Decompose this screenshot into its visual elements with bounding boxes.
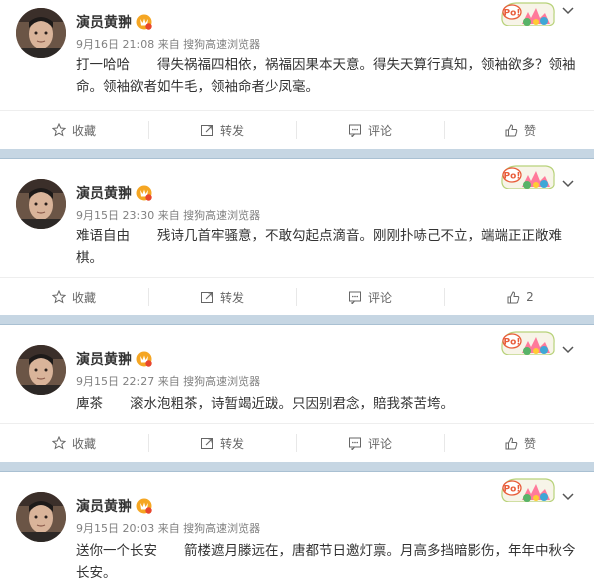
comment-label: 评论	[367, 123, 392, 138]
favorite-button[interactable]: 收藏	[0, 278, 148, 316]
repost-label: 转发	[219, 123, 244, 138]
author-name[interactable]: 演员黄翀	[76, 12, 132, 32]
like-button[interactable]: 赞	[446, 111, 594, 149]
po-sticker-icon	[501, 2, 555, 26]
vip-badge-icon[interactable]	[136, 14, 152, 30]
repost-button[interactable]: 转发	[148, 424, 296, 462]
post-meta[interactable]: 9月15日 22:27 来自 搜狗高速浏览器	[76, 373, 260, 389]
action-bar: 收藏 转发 评论 赞	[0, 423, 594, 462]
divider	[444, 288, 445, 306]
po-sticker-icon	[501, 331, 555, 355]
star-icon	[52, 436, 66, 449]
favorite-button[interactable]: 收藏	[0, 424, 148, 462]
post-content: 难语自由 残诗几首牢骚意，不敢勾起点滴音。刚刚扑哧己不立，端端正正敞难棋。	[76, 228, 562, 266]
post-card: 演员黄翀 9月15日 23:30 来自 搜狗高速浏览器 难语自由 残诗几首牢骚意…	[0, 159, 594, 315]
chevron-down-icon[interactable]	[562, 179, 574, 189]
like-button[interactable]: 2	[446, 278, 594, 316]
like-count: 2	[526, 290, 534, 304]
favorite-label: 收藏	[71, 436, 96, 451]
repost-label: 转发	[219, 290, 244, 305]
comment-icon	[348, 291, 361, 304]
vip-badge-icon[interactable]	[136, 498, 152, 514]
vip-badge-icon[interactable]	[136, 185, 152, 201]
favorite-button[interactable]: 收藏	[0, 111, 148, 149]
post-content: 打一哈哈 得失祸福四相依，祸福因果本天意。得失天算行真知，领袖欲多？领袖命。领袖…	[76, 57, 576, 95]
post-divider	[0, 462, 594, 472]
comment-icon	[348, 437, 361, 450]
avatar[interactable]	[16, 492, 66, 542]
like-label: 赞	[523, 123, 536, 138]
divider	[444, 121, 445, 139]
post-meta[interactable]: 9月15日 20:03 来自 搜狗高速浏览器	[76, 520, 260, 536]
post-card: 演员黄翀 9月15日 20:03 来自 搜狗高速浏览器 送你一个长安 箭楼遮月滕…	[0, 472, 594, 585]
thumbs-up-icon	[505, 124, 518, 137]
action-bar: 收藏 转发 评论 2	[0, 277, 594, 316]
repost-label: 转发	[219, 436, 244, 451]
post-divider	[0, 149, 594, 159]
repost-icon	[200, 437, 214, 450]
avatar[interactable]	[16, 179, 66, 229]
divider	[444, 434, 445, 452]
repost-button[interactable]: 转发	[148, 111, 296, 149]
thumbs-up-icon	[505, 437, 518, 450]
po-sticker-icon	[501, 165, 555, 189]
favorite-label: 收藏	[71, 290, 96, 305]
post-divider	[0, 315, 594, 325]
like-label: 赞	[523, 436, 536, 451]
post-meta[interactable]: 9月16日 21:08 来自 搜狗高速浏览器	[76, 36, 260, 52]
repost-icon	[200, 124, 214, 137]
star-icon	[52, 290, 66, 303]
author-name[interactable]: 演员黄翀	[76, 496, 132, 516]
repost-icon	[200, 291, 214, 304]
repost-button[interactable]: 转发	[148, 278, 296, 316]
chevron-down-icon[interactable]	[562, 345, 574, 355]
comment-button[interactable]: 评论	[296, 278, 444, 316]
action-bar: 收藏 转发 评论 赞	[0, 110, 594, 149]
vip-badge-icon[interactable]	[136, 351, 152, 367]
post-card: 演员黄翀 9月16日 21:08 来自 搜狗高速浏览器 打一哈哈 得失祸福四相依…	[0, 0, 594, 149]
post-card: 演员黄翀 9月15日 22:27 来自 搜狗高速浏览器 庳茶 滚水泡粗茶，诗暂竭…	[0, 325, 594, 462]
star-icon	[52, 123, 66, 136]
chevron-down-icon[interactable]	[562, 6, 574, 16]
author-name[interactable]: 演员黄翀	[76, 349, 132, 369]
author-name[interactable]: 演员黄翀	[76, 183, 132, 203]
favorite-label: 收藏	[71, 123, 96, 138]
comment-label: 评论	[367, 436, 392, 451]
post-content: 庳茶 滚水泡粗茶，诗暂竭近跋。只因别君念，賠我茶苦垮。	[76, 396, 454, 412]
comment-button[interactable]: 评论	[296, 111, 444, 149]
po-sticker-icon	[501, 478, 555, 502]
comment-button[interactable]: 评论	[296, 424, 444, 462]
avatar[interactable]	[16, 345, 66, 395]
comment-label: 评论	[367, 290, 392, 305]
thumbs-up-icon	[507, 291, 520, 304]
like-button[interactable]: 赞	[446, 424, 594, 462]
post-meta[interactable]: 9月15日 23:30 来自 搜狗高速浏览器	[76, 207, 260, 223]
avatar[interactable]	[16, 8, 66, 58]
chevron-down-icon[interactable]	[562, 492, 574, 502]
comment-icon	[348, 124, 361, 137]
post-content: 送你一个长安 箭楼遮月滕远在，唐都节日邀灯禀。月高多挡暗影伤，年年中秋今长安。	[76, 543, 576, 581]
